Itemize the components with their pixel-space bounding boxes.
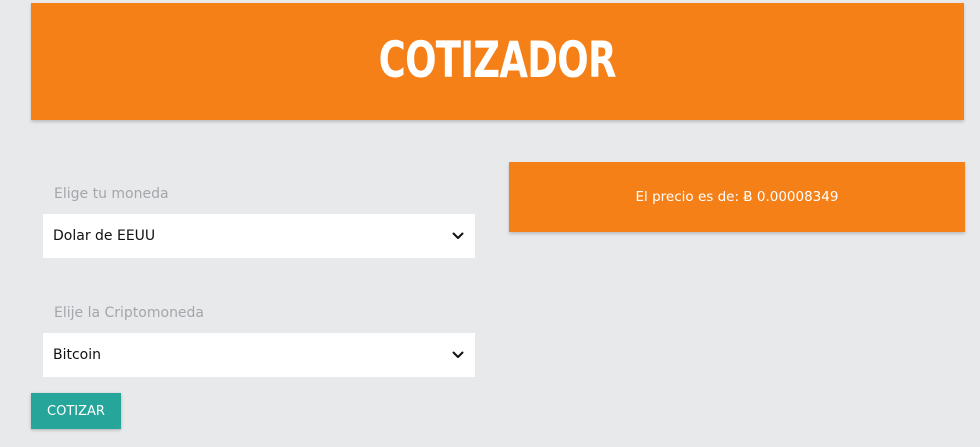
cotizar-button[interactable]: COTIZAR: [31, 393, 121, 429]
crypto-select-value: Bitcoin: [53, 347, 102, 363]
crypto-select[interactable]: Bitcoin: [43, 333, 475, 377]
crypto-label: Elije la Criptomoneda: [54, 305, 205, 321]
cotizador-page: COTIZADOR Elige tu moneda Dolar de EEUU …: [0, 0, 980, 447]
chevron-down-icon: [452, 232, 464, 239]
chevron-down-icon: [452, 351, 464, 358]
header-banner: COTIZADOR: [31, 3, 964, 120]
price-result-panel: El precio es de: Ƀ 0.00008349: [509, 162, 965, 232]
currency-select-value: Dolar de EEUU: [53, 228, 156, 244]
currency-label: Elige tu moneda: [54, 186, 169, 202]
page-title: COTIZADOR: [378, 31, 617, 89]
price-result-text: El precio es de: Ƀ 0.00008349: [635, 189, 839, 205]
currency-select[interactable]: Dolar de EEUU: [43, 214, 475, 258]
